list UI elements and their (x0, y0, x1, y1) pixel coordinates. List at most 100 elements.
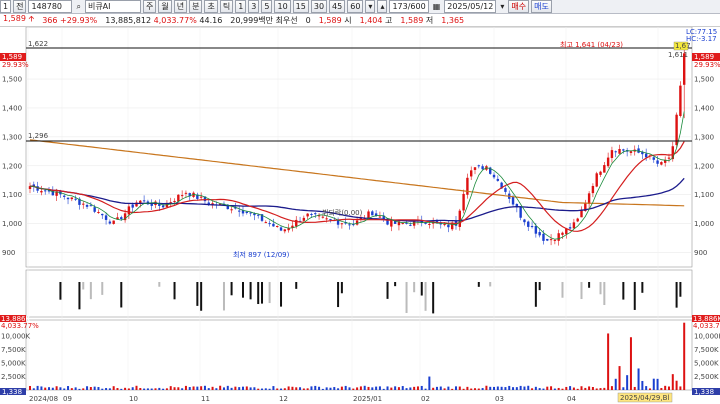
interval-30[interactable]: 30 (310, 0, 328, 13)
stock-name[interactable]: 비큐AI (84, 0, 141, 13)
search-icon[interactable]: ⌕ (74, 1, 82, 12)
period-month[interactable]: 월 (158, 0, 172, 13)
volume-bar (127, 388, 130, 390)
quote-bar: 1,589 🡩 366 +29.93% 13,885,812 4,033.77%… (0, 14, 720, 27)
volume-bar (207, 388, 210, 390)
candle-body (553, 239, 557, 241)
signal-bar (561, 282, 564, 298)
interval-60[interactable]: 60 (347, 0, 364, 13)
volume-bar (481, 388, 484, 390)
volume-bar (48, 387, 51, 390)
volume-bar (660, 388, 663, 390)
candle-body (276, 225, 279, 227)
candle-body (89, 205, 93, 207)
interval-5[interactable]: 5 (261, 0, 273, 13)
quote-low-label: 저 (425, 15, 434, 25)
interval-3[interactable]: 3 (248, 0, 260, 13)
dropdown-icon[interactable]: ▾ (498, 1, 506, 12)
price-tick-right: 1,000 (694, 220, 714, 228)
label-note: 뷔되락(0.00) (322, 208, 363, 217)
buy-button[interactable]: 매수 (508, 0, 530, 13)
price-chart[interactable]: 1,622 1,296 최고 1,641 (04/23) 최저 897 (12/… (0, 27, 720, 404)
volume-tick-left: 2,500K (1, 373, 26, 381)
candle-body (355, 220, 359, 225)
candle-body (428, 223, 431, 225)
volume-bar (261, 388, 264, 390)
time-tick: 09 (63, 395, 72, 403)
quote-open-label: 시 (344, 15, 352, 25)
volume-bar (633, 386, 636, 390)
period-year[interactable]: 년 (173, 0, 188, 13)
volume-bar (344, 385, 347, 390)
signal-bar (337, 282, 340, 308)
candle-body (466, 177, 469, 195)
quote-volume: 13,885,812 (105, 15, 152, 25)
candle-body (108, 221, 112, 224)
period-selector[interactable]: 1 (0, 0, 12, 13)
volume-bar (485, 385, 488, 390)
sell-button[interactable]: 매도 (531, 0, 552, 13)
candle-body (534, 225, 538, 234)
volume-bar (432, 387, 435, 390)
volume-bar (458, 386, 461, 390)
volume-bar (679, 386, 682, 390)
volume-bar (143, 388, 146, 390)
volume-bar (504, 387, 507, 390)
quote-priority-label: 최우선 (275, 15, 298, 25)
price-tick-left: 1,000 (2, 220, 22, 228)
interval-45[interactable]: 45 (329, 0, 346, 13)
candle-body (599, 171, 602, 175)
candle-body (679, 85, 682, 116)
volume-bar (196, 386, 199, 390)
volume-bar (169, 386, 172, 390)
volume-bar (493, 386, 496, 390)
candle-body (481, 166, 484, 170)
candle-body (622, 149, 625, 151)
candle-body (511, 196, 515, 205)
candle-body (245, 211, 248, 213)
volume-bar (306, 388, 309, 390)
volume-bar (348, 387, 351, 390)
period-second[interactable]: 초 (204, 0, 218, 13)
calendar-icon[interactable]: ▦ (431, 1, 443, 12)
volume-bar (230, 387, 233, 390)
toolbar: 1 전 148780 ⌕ 비큐AI 주 월 년 분 초 틱 1 3 5 10 1… (0, 0, 720, 14)
signal-bar (89, 282, 92, 300)
candle-body (279, 227, 283, 231)
candle-body (660, 162, 663, 165)
candle-body (367, 211, 370, 219)
symbol-type-button[interactable]: 전 (13, 0, 27, 13)
code-input[interactable]: 148780 (28, 0, 73, 13)
volume-bar (310, 386, 313, 390)
date-input[interactable]: 2025/05/12 (444, 0, 497, 13)
volume-bar (257, 388, 260, 390)
volume-bar (93, 386, 96, 390)
volume-bar (652, 378, 655, 390)
period-minute[interactable]: 분 (189, 0, 203, 13)
bar-count-input[interactable]: 173/600 (389, 0, 429, 13)
candle-body (177, 194, 180, 202)
volume-bar (333, 387, 336, 390)
volume-bar (375, 386, 378, 390)
interval-1[interactable]: 1 (235, 0, 247, 13)
candle-body (97, 211, 100, 213)
volume-bar (200, 386, 203, 390)
volume-tick-right: 10,000K (694, 333, 720, 341)
volume-bar (238, 387, 241, 390)
volume-bar (382, 388, 385, 390)
step-down-button[interactable]: ▾ (365, 0, 376, 13)
interval-10[interactable]: 10 (274, 0, 291, 13)
step-up-button[interactable]: ▴ (377, 0, 388, 13)
bottom-left-tag-text: 1,338 (2, 388, 22, 396)
volume-bar (367, 386, 370, 390)
volume-bar (428, 376, 431, 390)
quote-change: 366 (42, 15, 58, 25)
quote-amount: 20,999백만 (230, 15, 274, 25)
candle-body (443, 224, 446, 226)
signal-bar (295, 282, 298, 289)
period-tick[interactable]: 틱 (219, 0, 234, 13)
volume-bar (165, 388, 168, 390)
interval-15[interactable]: 15 (292, 0, 309, 13)
period-week[interactable]: 주 (142, 0, 157, 13)
volume-bar (420, 385, 423, 390)
